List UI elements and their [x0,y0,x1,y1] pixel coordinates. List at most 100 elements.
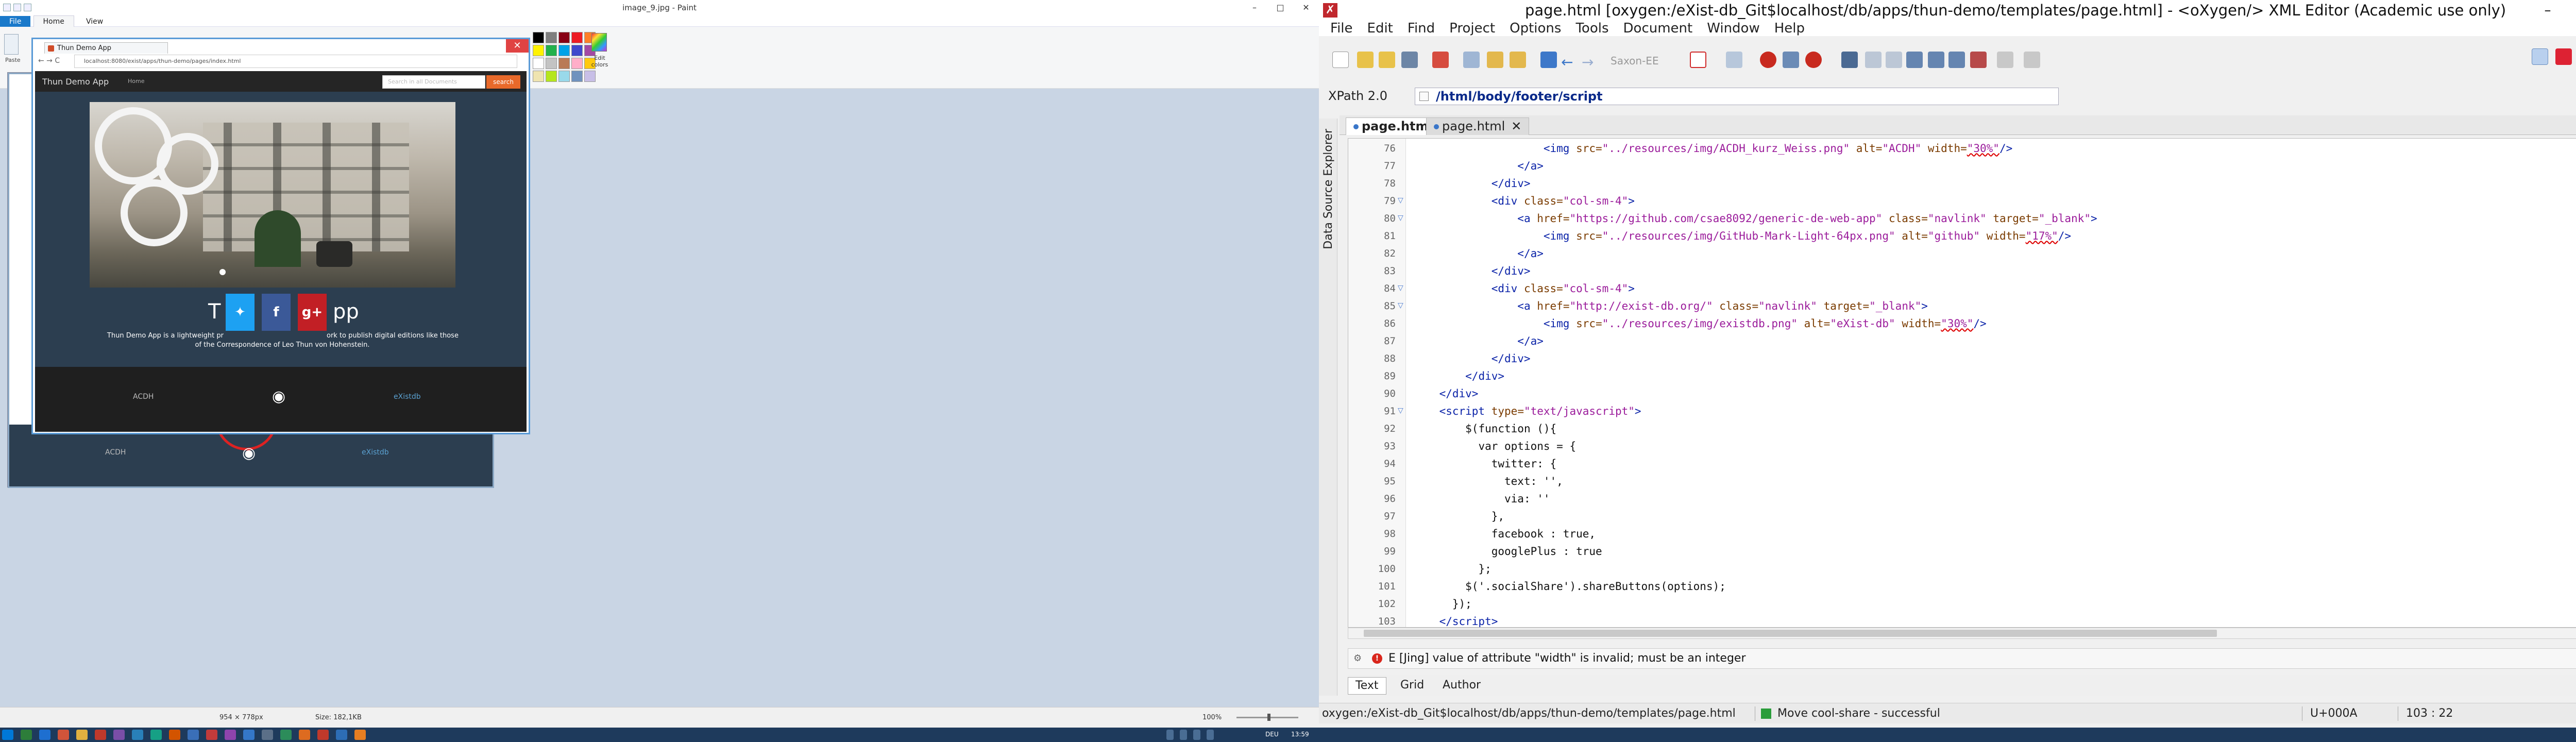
validate-icon[interactable] [1690,52,1706,68]
taskbar-app-icon[interactable] [280,730,292,740]
fold-toggle-icon[interactable]: ▽ [1398,214,1403,222]
code-line[interactable]: </div> [1413,175,1531,192]
color-swatch[interactable] [571,45,583,56]
menu-options[interactable]: Options [1502,21,1568,36]
validation-results[interactable]: ⚙ ! E [Jing] value of attribute "width" … [1348,648,2576,669]
code-line[interactable]: text: '', [1413,473,1563,490]
data-source-explorer-tab[interactable]: Data Source Explorer [1322,129,1335,249]
start-button[interactable] [2,730,13,740]
taskbar-app-icon[interactable] [206,730,217,740]
xpath-input[interactable]: /html/body/footer/script [1415,88,2059,105]
toolbar-icon[interactable] [1865,52,1882,68]
nav-home[interactable]: Home [128,78,144,85]
code-line[interactable]: }, [1413,508,1504,525]
taskbar-app-icon[interactable] [354,730,366,740]
footer-exist-logo[interactable]: eXistdb [394,393,421,401]
menu-document[interactable]: Document [1616,21,1700,36]
mode-text-tab[interactable]: Text [1348,677,1386,695]
code-line[interactable]: </script> [1413,613,1498,627]
color-swatch[interactable] [533,45,544,56]
toolbar-icon[interactable] [1970,52,1987,68]
code-line[interactable]: <div class="col-sm-4"> [1413,192,1635,210]
code-line[interactable]: var options = { [1413,437,1576,455]
format-indent-icon[interactable] [1841,52,1858,68]
toolbar-icon[interactable] [1948,52,1965,68]
fold-toggle-icon[interactable]: ▽ [1398,284,1403,292]
result-nav-icon[interactable]: ⚙ [1353,649,1362,668]
menu-window[interactable]: Window [1700,21,1767,36]
color-swatch[interactable] [558,58,570,69]
forward-icon[interactable]: → [1582,54,1598,71]
code-line[interactable]: </div> [1413,367,1504,385]
taskbar-app-icon[interactable] [225,730,236,740]
color-swatch[interactable] [533,32,544,43]
open-file-icon[interactable] [1510,52,1526,68]
address-bar[interactable]: localhost:8080/exist/apps/thun-demo/page… [74,55,517,68]
color-swatch[interactable] [558,71,570,82]
menu-tools[interactable]: Tools [1568,21,1616,36]
carousel-indicator[interactable] [219,269,226,275]
color-swatch[interactable] [584,71,596,82]
toolbar-icon[interactable] [2024,52,2040,68]
menu-project[interactable]: Project [1442,21,1502,36]
taskbar-app-icon[interactable] [243,730,255,740]
tray-icon[interactable] [1166,730,1174,740]
clock[interactable]: 13:59 [1291,731,1309,738]
facebook-share-button[interactable]: f [262,294,291,331]
back-icon[interactable]: ← [1561,54,1578,71]
fold-toggle-icon[interactable]: ▽ [1398,301,1403,310]
menu-find[interactable]: Find [1400,21,1442,36]
open-url-icon[interactable] [1379,52,1395,68]
code-line[interactable]: </div> [1413,350,1531,367]
perspective-editor-icon[interactable] [2532,48,2548,65]
code-line[interactable]: <div class="col-sm-4"> [1413,280,1635,297]
menu-edit[interactable]: Edit [1360,21,1400,36]
paint-canvas[interactable]: ACDH ◉ eXistdb Thun Demo App ✕ localhost… [7,38,530,488]
perspective-xslt-icon[interactable] [2555,48,2572,65]
tray-icon[interactable] [1207,730,1214,740]
googleplus-share-button[interactable]: g+ [298,294,327,331]
tab-file[interactable]: File [0,16,31,27]
code-line[interactable]: </a> [1413,332,1544,350]
code-line[interactable]: $('.socialShare').shareButtons(options); [1413,578,1726,595]
site-search-input[interactable]: Search in all Documents [382,75,485,89]
tray-icon[interactable] [1193,730,1200,740]
code-line[interactable]: $(function (){ [1413,420,1556,437]
code-line[interactable]: facebook : true, [1413,525,1596,543]
back-footer-acdh[interactable]: ACDH [105,448,126,457]
taskbar-app-icon[interactable] [132,730,143,740]
find-in-files-icon[interactable] [1487,52,1503,68]
maximize-button[interactable]: □ [2566,0,2576,21]
taskbar-app-icon[interactable] [58,730,69,740]
taskbar-app-icon[interactable] [299,730,310,740]
menu-help[interactable]: Help [1767,21,1812,36]
code-line[interactable]: }; [1413,560,1491,578]
code-line[interactable]: <script type="text/javascript"> [1413,402,1641,420]
code-line[interactable]: </a> [1413,157,1544,175]
code-line[interactable]: <img src="../resources/img/ACDH_kurz_Wei… [1413,140,2012,157]
color-swatch[interactable] [546,71,557,82]
color-swatch[interactable] [558,45,570,56]
taskbar-app-icon[interactable] [150,730,162,740]
back-footer-github-icon[interactable]: ◉ [242,444,256,462]
code-line[interactable]: <a href="https://github.com/csae8092/gen… [1413,210,2097,227]
color-swatch[interactable] [546,58,557,69]
mode-author-tab[interactable]: Author [1435,677,1488,695]
color-swatch[interactable] [571,32,583,43]
code-line[interactable]: </a> [1413,245,1544,262]
paste-button[interactable] [4,34,19,55]
code-line[interactable]: <img src="../resources/img/existdb.png" … [1413,315,1987,332]
taskbar-app-icon[interactable] [113,730,125,740]
toolbar-icon[interactable] [1928,52,1944,68]
taskbar-app-icon[interactable] [262,730,273,740]
horizontal-scrollbar[interactable] [1348,628,2576,639]
code-line[interactable]: via: '' [1413,490,1550,508]
browser-tab[interactable]: Thun Demo App [44,42,168,54]
code-line[interactable]: <img src="../resources/img/GitHub-Mark-L… [1413,227,2071,245]
taskbar-app-icon[interactable] [21,730,32,740]
maximize-button[interactable]: □ [1267,0,1293,15]
toolbar-icon[interactable] [1906,52,1923,68]
color-swatch[interactable] [558,32,570,43]
code-line[interactable]: }); [1413,595,1472,613]
toolbar-icon[interactable] [1997,52,2013,68]
